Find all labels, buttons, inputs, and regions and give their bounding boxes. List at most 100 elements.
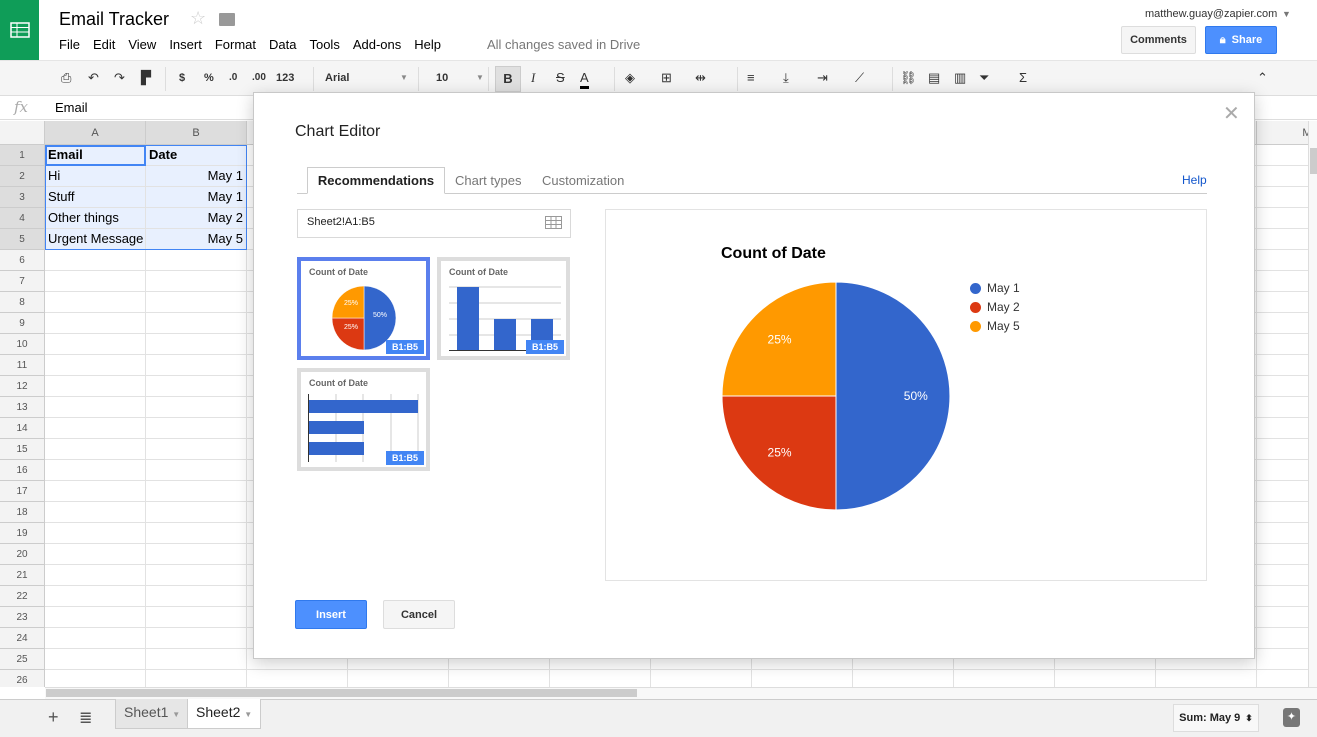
- help-link[interactable]: Help: [1182, 173, 1207, 187]
- vertical-scrollbar[interactable]: [1308, 121, 1317, 687]
- row-header-20[interactable]: 20: [0, 544, 45, 565]
- paint-format-icon[interactable]: ▛: [141, 70, 151, 86]
- currency-format-button[interactable]: $: [179, 70, 185, 86]
- cell-a14[interactable]: [45, 418, 146, 439]
- chart-suggestion-pie[interactable]: Count of Date 50% 25% 25% B1:B5: [297, 257, 430, 360]
- cell-b2[interactable]: May 1: [146, 166, 247, 187]
- text-rotate-icon[interactable]: ⟋: [855, 70, 864, 86]
- cell-b3[interactable]: May 1: [146, 187, 247, 208]
- cell-a21[interactable]: [45, 565, 146, 586]
- cell-a20[interactable]: [45, 544, 146, 565]
- cell-b5[interactable]: May 5: [146, 229, 247, 250]
- tab-recommendations[interactable]: Recommendations: [307, 167, 445, 194]
- select-all-corner[interactable]: [0, 121, 45, 145]
- cell-m11[interactable]: [1257, 355, 1308, 376]
- bold-button[interactable]: B: [495, 66, 521, 92]
- cell-a23[interactable]: [45, 607, 146, 628]
- cell-c26[interactable]: [247, 670, 348, 687]
- cell-m21[interactable]: [1257, 565, 1308, 586]
- text-color-button[interactable]: A: [580, 70, 589, 89]
- caret-down-icon[interactable]: ▼: [172, 710, 180, 719]
- row-header-8[interactable]: 8: [0, 292, 45, 313]
- cell-a8[interactable]: [45, 292, 146, 313]
- borders-icon[interactable]: ⊞: [661, 70, 672, 86]
- caret-down-icon[interactable]: ▼: [400, 70, 408, 86]
- close-icon[interactable]: ✕: [1223, 101, 1240, 126]
- cell-b10[interactable]: [146, 334, 247, 355]
- cell-a2[interactable]: Hi: [45, 166, 146, 187]
- horizontal-scroll-thumb[interactable]: [46, 689, 637, 697]
- fill-color-icon[interactable]: ◈: [625, 70, 635, 86]
- cell-a24[interactable]: [45, 628, 146, 649]
- cell-a4[interactable]: Other things: [45, 208, 146, 229]
- menu-insert[interactable]: Insert: [169, 37, 202, 52]
- cell-b19[interactable]: [146, 523, 247, 544]
- cell-a11[interactable]: [45, 355, 146, 376]
- cell-b14[interactable]: [146, 418, 247, 439]
- cell-m19[interactable]: [1257, 523, 1308, 544]
- insert-button[interactable]: Insert: [295, 600, 367, 629]
- cell-b16[interactable]: [146, 460, 247, 481]
- row-header-16[interactable]: 16: [0, 460, 45, 481]
- cell-b25[interactable]: [146, 649, 247, 670]
- row-header-22[interactable]: 22: [0, 586, 45, 607]
- cell-a25[interactable]: [45, 649, 146, 670]
- cell-b1[interactable]: Date: [146, 145, 247, 166]
- row-header-18[interactable]: 18: [0, 502, 45, 523]
- comments-button[interactable]: Comments: [1121, 26, 1196, 54]
- tab-chart-types[interactable]: Chart types: [455, 173, 521, 188]
- font-select[interactable]: Arial: [325, 70, 349, 86]
- cell-m8[interactable]: [1257, 292, 1308, 313]
- font-size-select[interactable]: 10: [436, 70, 448, 86]
- cell-m13[interactable]: [1257, 397, 1308, 418]
- row-header-19[interactable]: 19: [0, 523, 45, 544]
- cell-a9[interactable]: [45, 313, 146, 334]
- cell-b11[interactable]: [146, 355, 247, 376]
- cell-a16[interactable]: [45, 460, 146, 481]
- text-wrap-icon[interactable]: ⇥: [817, 70, 828, 86]
- link-icon[interactable]: ⛓: [900, 70, 917, 86]
- cell-m10[interactable]: [1257, 334, 1308, 355]
- row-header-21[interactable]: 21: [0, 565, 45, 586]
- cell-m3[interactable]: [1257, 187, 1308, 208]
- decrease-decimal-button[interactable]: .0: [229, 70, 237, 86]
- cell-a7[interactable]: [45, 271, 146, 292]
- cell-j26[interactable]: [954, 670, 1055, 687]
- strikethrough-button[interactable]: S: [556, 70, 565, 86]
- tab-sheet1[interactable]: Sheet1 ▼: [115, 699, 190, 729]
- cell-a19[interactable]: [45, 523, 146, 544]
- menu-tools[interactable]: Tools: [309, 37, 339, 52]
- cell-b17[interactable]: [146, 481, 247, 502]
- select-range-icon[interactable]: [545, 216, 562, 229]
- cell-a15[interactable]: [45, 439, 146, 460]
- cell-b8[interactable]: [146, 292, 247, 313]
- row-header-7[interactable]: 7: [0, 271, 45, 292]
- row-header-17[interactable]: 17: [0, 481, 45, 502]
- row-header-5[interactable]: 5: [0, 229, 45, 250]
- row-header-24[interactable]: 24: [0, 628, 45, 649]
- column-header-m[interactable]: M: [1257, 121, 1308, 145]
- star-icon[interactable]: ☆: [190, 8, 206, 29]
- cell-a22[interactable]: [45, 586, 146, 607]
- cell-l26[interactable]: [1156, 670, 1257, 687]
- add-sheet-icon[interactable]: +: [48, 707, 59, 728]
- column-header-b[interactable]: B: [146, 121, 247, 145]
- cell-b23[interactable]: [146, 607, 247, 628]
- row-header-12[interactable]: 12: [0, 376, 45, 397]
- italic-button[interactable]: I: [531, 70, 535, 86]
- caret-down-icon[interactable]: ▼: [244, 710, 252, 719]
- cell-m26[interactable]: [1257, 670, 1308, 687]
- cell-a1[interactable]: Email: [45, 145, 146, 166]
- row-header-9[interactable]: 9: [0, 313, 45, 334]
- increase-decimal-button[interactable]: .00: [252, 70, 266, 86]
- cell-m17[interactable]: [1257, 481, 1308, 502]
- cancel-button[interactable]: Cancel: [383, 600, 455, 629]
- cell-m23[interactable]: [1257, 607, 1308, 628]
- row-header-25[interactable]: 25: [0, 649, 45, 670]
- row-header-11[interactable]: 11: [0, 355, 45, 376]
- cell-m25[interactable]: [1257, 649, 1308, 670]
- cell-m12[interactable]: [1257, 376, 1308, 397]
- cell-e26[interactable]: [449, 670, 550, 687]
- menu-edit[interactable]: Edit: [93, 37, 115, 52]
- vertical-scroll-thumb[interactable]: [1310, 148, 1317, 174]
